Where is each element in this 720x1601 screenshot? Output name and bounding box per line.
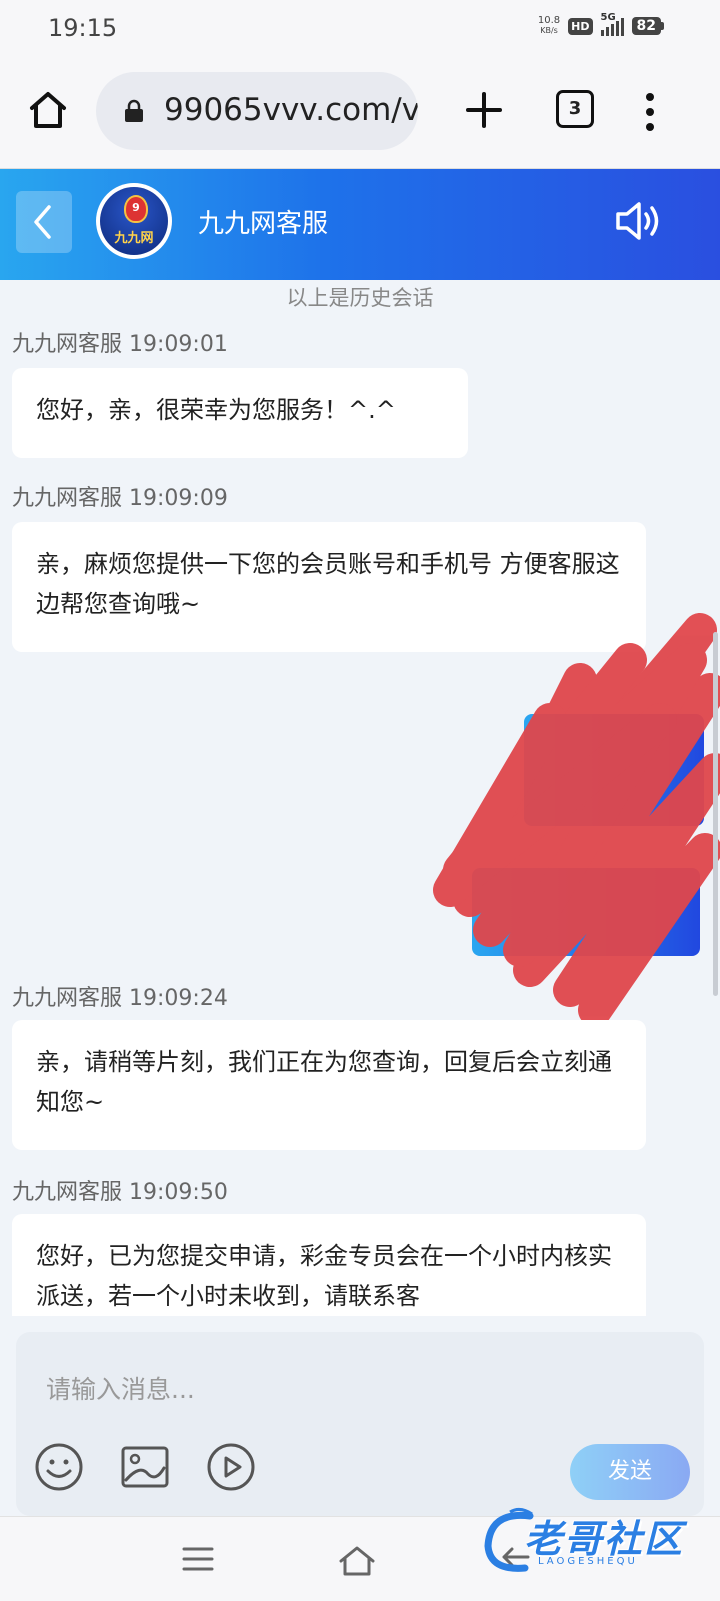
more-icon[interactable] bbox=[644, 92, 656, 132]
avatar: 9 九九网 bbox=[96, 183, 172, 259]
battery-level: 82 bbox=[631, 17, 661, 35]
address-bar[interactable]: 99065vvv.com/v bbox=[96, 72, 418, 150]
url-text[interactable]: 99065vvv.com/v bbox=[164, 92, 418, 128]
signal-icon: 5G bbox=[600, 12, 624, 36]
message-bubble: 您好，亲，很荣幸为您服务！^.^ bbox=[12, 368, 468, 458]
sender-name: 九九网客服 bbox=[12, 986, 123, 1011]
browser-toolbar: 99065vvv.com/v 3 bbox=[0, 56, 720, 169]
battery-icon: 82 bbox=[631, 17, 664, 35]
status-time: 19:15 bbox=[48, 14, 118, 42]
nav-menu-icon[interactable] bbox=[182, 1545, 214, 1573]
chat-header: 9 九九网 九九网客服 bbox=[0, 169, 720, 280]
send-button[interactable]: 发送 bbox=[570, 1444, 690, 1500]
image-icon[interactable] bbox=[120, 1442, 170, 1492]
message-meta: 九九网客服 19:09:24 bbox=[12, 980, 228, 1012]
lock-icon bbox=[125, 99, 143, 122]
message-time: 19:09:24 bbox=[129, 986, 228, 1011]
redaction-scribble bbox=[433, 613, 720, 1027]
money-bag-icon: 9 bbox=[124, 195, 148, 223]
history-note: 以上是历史会话 bbox=[286, 286, 434, 310]
sender-name: 九九网客服 bbox=[12, 486, 123, 511]
watermark-subtext: LAOGESHEQU bbox=[538, 1556, 638, 1567]
input-area: 发送 bbox=[0, 1316, 720, 1516]
emoji-icon[interactable] bbox=[34, 1442, 84, 1492]
hd-badge: HD bbox=[568, 17, 593, 35]
video-icon[interactable] bbox=[206, 1442, 256, 1492]
scrollbar[interactable] bbox=[713, 632, 718, 996]
avatar-badge: 9 bbox=[132, 201, 140, 214]
back-icon bbox=[34, 205, 51, 239]
sender-name: 九九网客服 bbox=[12, 1180, 123, 1205]
message-time: 19:09:50 bbox=[129, 1180, 228, 1205]
sender-name: 九九网客服 bbox=[12, 332, 123, 357]
nav-home-icon[interactable] bbox=[338, 1545, 376, 1577]
message-input[interactable] bbox=[44, 1366, 548, 1412]
watermark: 老哥社区 LAOGESHEQU bbox=[480, 1500, 710, 1590]
network-speed-unit: KB/s bbox=[540, 26, 558, 35]
back-button[interactable] bbox=[16, 191, 72, 253]
network-type: 5G bbox=[600, 12, 616, 23]
watermark-text: 老哥社区 bbox=[524, 1517, 685, 1561]
message-meta: 九九网客服 19:09:01 bbox=[12, 326, 228, 358]
home-icon[interactable] bbox=[26, 88, 70, 132]
sound-icon[interactable] bbox=[614, 199, 664, 243]
status-bar: 19:15 10.8 KB/s HD 5G 82 bbox=[0, 0, 720, 56]
message-meta: 九九网客服 19:09:50 bbox=[12, 1174, 228, 1206]
input-card: 发送 bbox=[16, 1332, 704, 1516]
tab-count-button[interactable]: 3 bbox=[556, 90, 594, 128]
message-time: 19:09:09 bbox=[129, 486, 228, 511]
chat-title: 九九网客服 bbox=[198, 209, 329, 239]
network-speed: 10.8 KB/s bbox=[538, 16, 560, 36]
plus-icon[interactable] bbox=[464, 90, 504, 130]
message-time: 19:09:01 bbox=[129, 332, 228, 357]
message-meta: 九九网客服 19:09:09 bbox=[12, 480, 228, 512]
message-bubble: 亲，请稍等片刻，我们正在为您查询，回复后会立刻通知您~ bbox=[12, 1020, 646, 1150]
avatar-logo-text: 九九网 bbox=[114, 231, 154, 246]
network-speed-value: 10.8 bbox=[537, 15, 561, 26]
status-icons: 10.8 KB/s HD 5G 82 bbox=[538, 12, 664, 36]
